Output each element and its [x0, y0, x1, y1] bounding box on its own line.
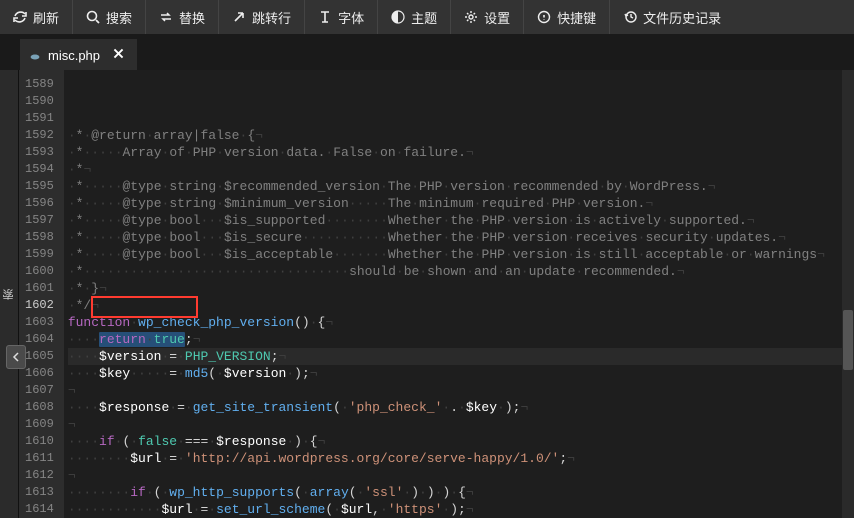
- refresh-button[interactable]: 刷新: [0, 0, 73, 34]
- goto-icon: [232, 10, 246, 24]
- shortcut-button[interactable]: 快捷键: [524, 0, 610, 34]
- line-number: 1614: [25, 501, 54, 518]
- code-line: ············$url·=·set_url_scheme(·$url,…: [68, 501, 854, 518]
- code-line: ·*·····@type·bool···$is_acceptable······…: [68, 246, 854, 263]
- code-line: ····$response·=·get_site_transient(·'php…: [68, 399, 854, 416]
- line-number: 1609: [25, 416, 54, 433]
- line-number: 1610: [25, 433, 54, 450]
- code-line: ·*·····@type·bool···$is_secure··········…: [68, 229, 854, 246]
- code-line: ·*··································shou…: [68, 263, 854, 280]
- line-number: 1604: [25, 331, 54, 348]
- line-number: 1605: [25, 348, 54, 365]
- code-line: ·*·····@type·string·$recommended_version…: [68, 178, 854, 195]
- theme-icon: [391, 10, 405, 24]
- code-line: ····if·(·false·===·$response·)·{¬: [68, 433, 854, 450]
- panel-collapse-handle[interactable]: [6, 345, 26, 369]
- vertical-scrollbar[interactable]: [842, 70, 854, 518]
- tab-misc-php[interactable]: misc.php: [20, 39, 137, 70]
- search-icon: [86, 10, 100, 24]
- code-line: function·wp_check_php_version()·{¬: [68, 314, 854, 331]
- code-line: ¬: [68, 382, 854, 399]
- code-line: ¬: [68, 416, 854, 433]
- code-line: ·*·}¬: [68, 280, 854, 297]
- search-button[interactable]: 搜索: [73, 0, 146, 34]
- php-file-icon: [30, 50, 40, 60]
- shortcut-icon: [537, 10, 551, 24]
- line-number: 1608: [25, 399, 54, 416]
- line-number: 1599: [25, 246, 54, 263]
- line-number: 1602: [25, 297, 54, 314]
- line-number: 1600: [25, 263, 54, 280]
- line-number: 1595: [25, 178, 54, 195]
- line-number: 1597: [25, 212, 54, 229]
- tab-close-icon[interactable]: [112, 47, 125, 63]
- tab-bar: misc.php: [0, 34, 854, 70]
- code-line: ·*/¬: [68, 297, 854, 314]
- history-button[interactable]: 文件历史记录: [610, 0, 734, 34]
- line-number: 1607: [25, 382, 54, 399]
- replace-icon: [159, 10, 173, 24]
- history-icon: [623, 10, 637, 24]
- line-number: 1598: [25, 229, 54, 246]
- refresh-icon: [13, 10, 27, 24]
- line-number: 1601: [25, 280, 54, 297]
- code-line: ········$url·=·'http://api.wordpress.org…: [68, 450, 854, 467]
- scrollbar-thumb[interactable]: [843, 310, 853, 370]
- code-line: ·*·····@type·bool···$is_supported·······…: [68, 212, 854, 229]
- code-line: ····return·true;¬: [68, 331, 854, 348]
- line-number: 1592: [25, 127, 54, 144]
- code-line: ····$version·=·PHP_VERSION;¬: [68, 348, 854, 365]
- font-icon: [318, 10, 332, 24]
- line-number: 1594: [25, 161, 54, 178]
- editor: 索 15891590159115921593159415951596159715…: [0, 70, 854, 518]
- goto-button[interactable]: 跳转行: [219, 0, 305, 34]
- code-line: ·*·····Array·of·PHP·version·data.·False·…: [68, 144, 854, 161]
- line-number: 1612: [25, 467, 54, 484]
- line-number: 1613: [25, 484, 54, 501]
- settings-icon: [464, 10, 478, 24]
- line-number-gutter: 1589159015911592159315941595159615971598…: [19, 70, 64, 518]
- line-number: 1611: [25, 450, 54, 467]
- line-number: 1596: [25, 195, 54, 212]
- font-button[interactable]: 字体: [305, 0, 378, 34]
- toolbar: 刷新搜索替换跳转行字体主题设置快捷键文件历史记录: [0, 0, 854, 34]
- line-number: 1591: [25, 110, 54, 127]
- side-panel-collapsed[interactable]: 索: [0, 70, 19, 518]
- tab-filename: misc.php: [48, 48, 100, 63]
- code-line: ·*·@return·array|false·{¬: [68, 127, 854, 144]
- line-number: 1603: [25, 314, 54, 331]
- code-line: ·*·····@type·string·$minimum_version····…: [68, 195, 854, 212]
- replace-button[interactable]: 替换: [146, 0, 219, 34]
- code-line: ········if·(·wp_http_supports(·array(·'s…: [68, 484, 854, 501]
- code-line: ·*¬: [68, 161, 854, 178]
- line-number: 1589: [25, 76, 54, 93]
- code-area[interactable]: ·*·@return·array|false·{¬·*·····Array·of…: [64, 70, 854, 518]
- theme-button[interactable]: 主题: [378, 0, 451, 34]
- side-panel-label: 索: [1, 289, 17, 300]
- code-line: ····$key·····=·md5(·$version·);¬: [68, 365, 854, 382]
- settings-button[interactable]: 设置: [451, 0, 524, 34]
- line-number: 1606: [25, 365, 54, 382]
- line-number: 1590: [25, 93, 54, 110]
- code-line: ¬: [68, 467, 854, 484]
- line-number: 1593: [25, 144, 54, 161]
